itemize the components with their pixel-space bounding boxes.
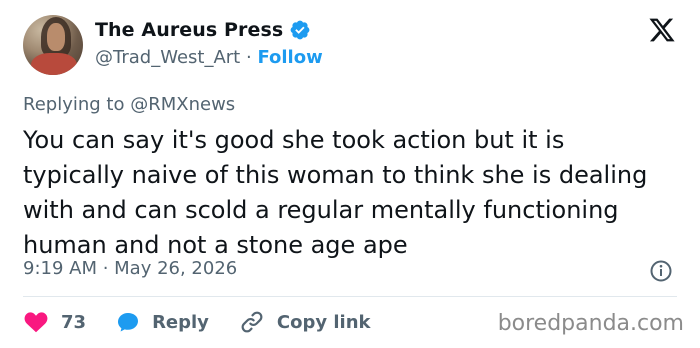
author-handle[interactable]: @Trad_West_Art [95,47,240,68]
like-count: 73 [61,311,87,333]
divider [23,296,677,297]
x-logo-icon[interactable] [648,16,676,44]
author-display-name-row[interactable]: The Aureus Press [95,19,311,41]
like-button[interactable]: 73 [23,309,86,335]
author-display-name[interactable]: The Aureus Press [95,19,283,41]
separator-dot: · [245,47,252,68]
reply-target-handle[interactable]: @RMXnews [130,94,235,115]
reply-context: Replying to @RMXnews [23,94,235,115]
reply-label: Reply [152,311,209,333]
verified-badge-icon [290,20,310,40]
author-handle-row: @Trad_West_Art · Follow [95,47,323,68]
info-icon[interactable] [649,259,673,283]
reply-button[interactable]: Reply [116,310,209,334]
action-bar: 73 Reply Copy link [23,309,401,335]
reply-context-prefix: Replying to [23,94,125,115]
tweet-timestamp[interactable]: 9:19 AM · May 26, 2026 [23,258,237,279]
tweet-text: You can say it's good she took action bu… [23,126,648,259]
avatar[interactable] [23,15,83,75]
link-icon [241,311,263,333]
heart-icon [24,312,48,333]
copy-link-button[interactable]: Copy link [239,309,371,335]
watermark: boredpanda.com [497,311,684,336]
copy-link-label: Copy link [276,311,371,333]
follow-button[interactable]: Follow [257,47,322,68]
reply-bubble-icon [118,313,139,332]
